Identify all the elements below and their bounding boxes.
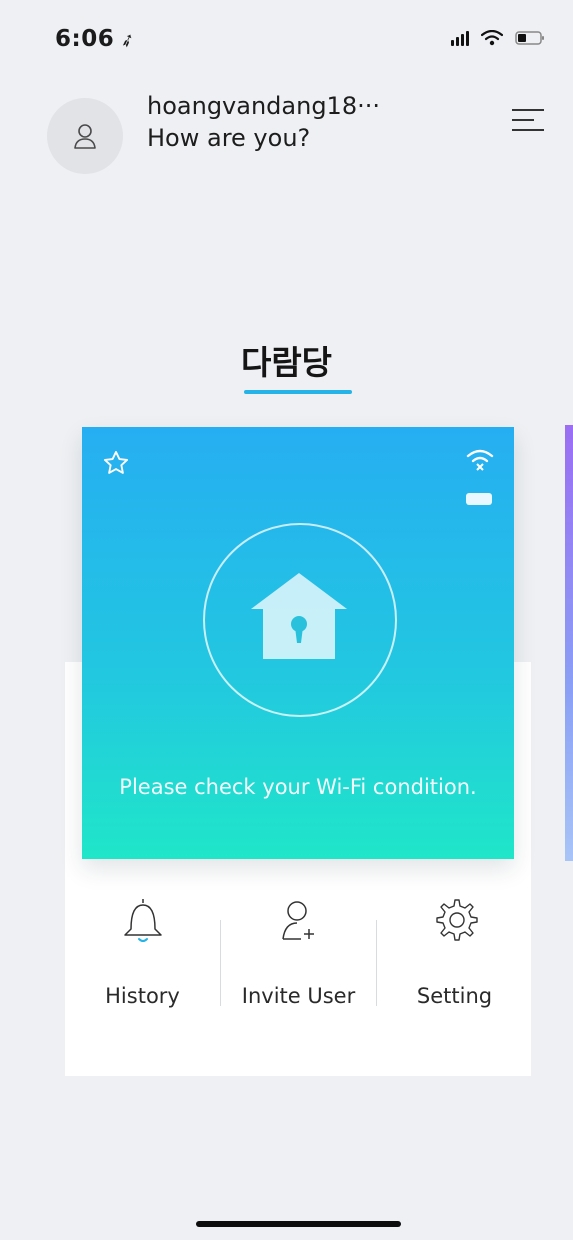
invite-user-button[interactable]: Invite User — [221, 890, 376, 1020]
time-text: 6:06 — [55, 26, 115, 52]
device-card[interactable]: Please check your Wi-Fi condition. — [82, 427, 514, 859]
add-user-icon — [221, 890, 376, 950]
greeting-text: How are you? — [147, 124, 311, 152]
setting-label: Setting — [416, 984, 493, 1008]
wifi-status-message: Please check your Wi-Fi condition. — [119, 775, 477, 799]
status-bar: 6:06 ➶ — [0, 0, 573, 80]
wifi-icon — [481, 30, 503, 46]
action-bar: History Invite User Setting — [65, 890, 531, 1020]
user-name: hoangvandang18··· — [147, 92, 380, 120]
user-avatar-icon[interactable] — [47, 98, 123, 174]
signal-bars-icon — [451, 30, 469, 46]
star-outline-icon[interactable] — [102, 449, 130, 481]
house-lock-icon — [247, 567, 351, 667]
history-button[interactable]: History — [65, 890, 220, 1020]
battery-icon — [515, 31, 545, 45]
status-icons — [451, 30, 545, 46]
bell-icon — [65, 890, 220, 950]
title-underline — [244, 390, 352, 394]
next-device-card[interactable] — [565, 425, 573, 861]
home-indicator[interactable] — [196, 1221, 401, 1227]
gear-icon — [377, 890, 532, 950]
hamburger-menu-icon[interactable] — [504, 98, 548, 142]
status-time: 6:06 ➶ — [55, 26, 139, 54]
invite-user-label: Invite User — [241, 984, 356, 1008]
header: hoangvandang18··· How are you? — [0, 80, 573, 180]
wifi-warning-icon — [466, 448, 494, 476]
location-arrow-icon: ➶ — [117, 27, 139, 54]
place-title: 다람당 — [240, 343, 333, 382]
history-label: History — [105, 984, 180, 1008]
battery-icon — [466, 493, 492, 505]
setting-button[interactable]: Setting — [377, 890, 532, 1020]
